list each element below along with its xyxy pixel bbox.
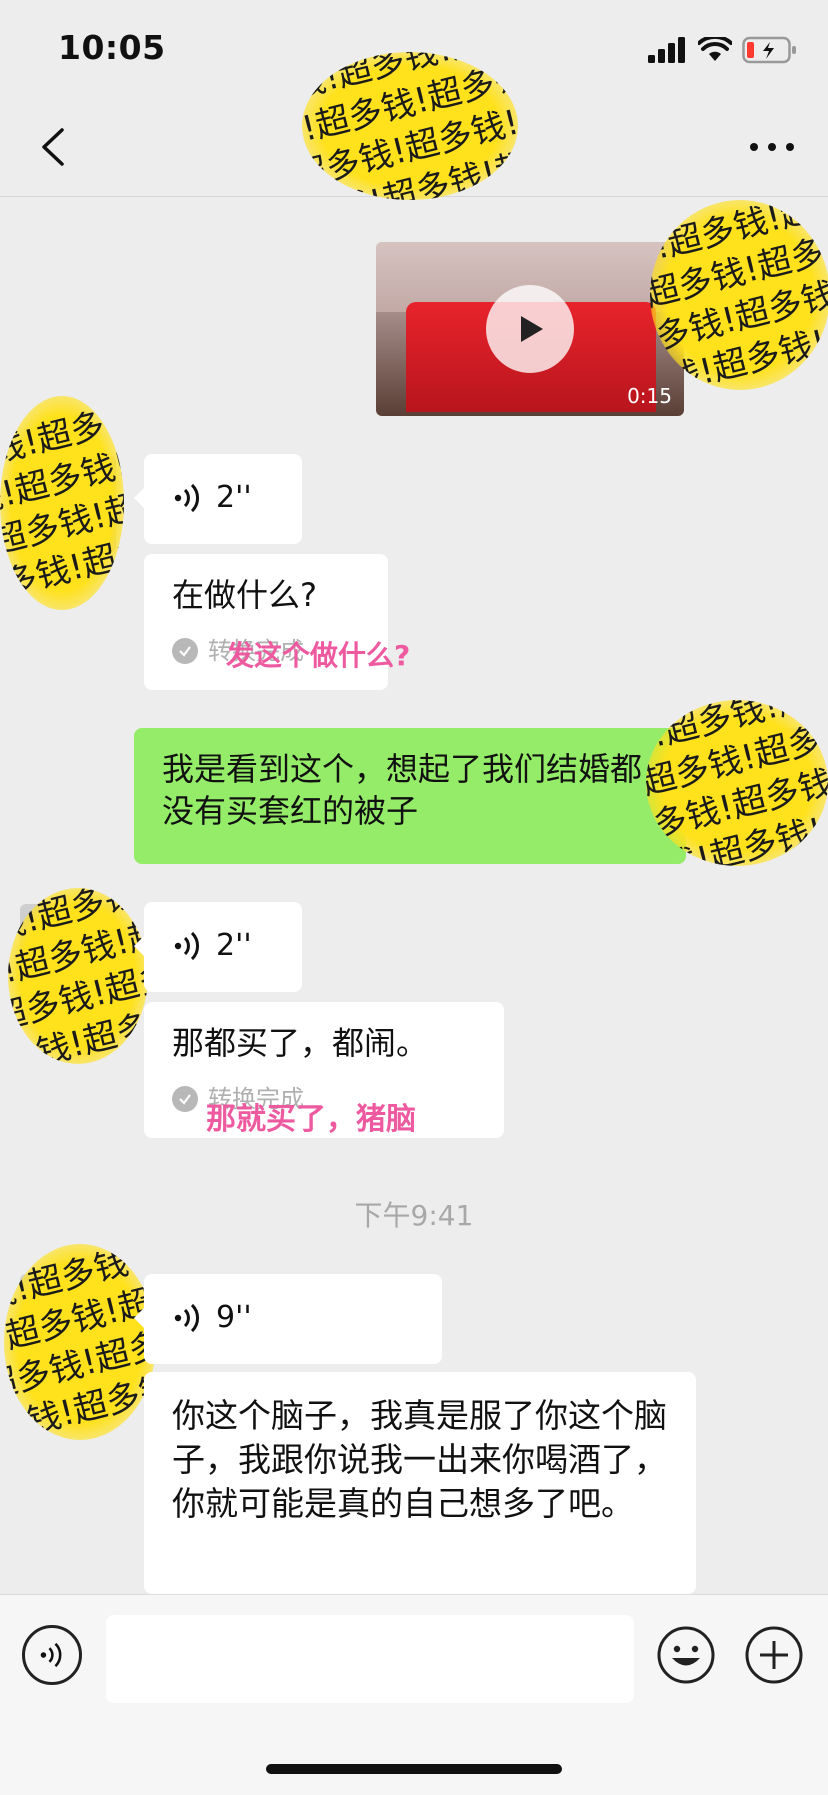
wifi-icon — [698, 37, 732, 61]
voice-message[interactable]: 9'' — [134, 1274, 442, 1364]
plus-icon[interactable] — [744, 1625, 804, 1685]
chat-timestamp: 下午9:41 — [354, 1199, 474, 1232]
back-icon[interactable] — [32, 124, 78, 170]
voice-wave-icon — [174, 1303, 199, 1333]
voice-message[interactable]: 2'' — [134, 454, 302, 544]
message-input[interactable] — [106, 1615, 634, 1703]
voice-input-button[interactable] — [22, 1625, 82, 1685]
annotation-text: 发这个做什么? — [226, 639, 411, 672]
video-message[interactable]: 0:15 — [376, 242, 684, 416]
battery-icon — [742, 36, 796, 64]
annotation-text: 那就买了，猪脑 — [206, 1102, 416, 1137]
voice-wave-icon — [40, 1642, 62, 1668]
censor-sticker-avatar-contact: 超多钱!超多钱!超多钱! 多钱!超多钱!超多钱!超 钱!超多钱!超多钱!超多 !… — [0, 396, 124, 610]
voice-duration: 2'' — [216, 928, 252, 963]
more-icon[interactable] — [744, 124, 800, 170]
transcript-text: 那都买了，都闹。 — [172, 1024, 429, 1062]
text-message-self[interactable]: 我是看到这个，想起了我们结婚都没有买套红的被子 — [134, 728, 686, 864]
transcript-text: 在做什么? — [172, 576, 317, 614]
check-icon — [172, 1086, 198, 1112]
transcript-text: 你这个脑子，我真是服了你这个脑子，我跟你说我一出来你喝酒了，你就可能是真的自己想… — [172, 1396, 667, 1523]
home-indicator — [266, 1764, 562, 1774]
censor-sticker-avatar-self: 超多钱!超多钱!超多钱! 多钱!超多钱!超多钱!超 钱!超多钱!超多钱!超多 !… — [650, 200, 828, 390]
voice-message[interactable]: 2'' — [134, 902, 302, 992]
censor-sticker-title: 超多钱!超多钱!超多钱! 多钱!超多钱!超多钱!超 钱!超多钱!超多钱!超多 !… — [302, 52, 518, 200]
status-time: 10:05 — [58, 28, 166, 67]
censor-sticker-avatar-contact: 超多钱!超多钱!超多钱! 多钱!超多钱!超多钱!超 钱!超多钱!超多钱!超多 !… — [8, 888, 148, 1064]
voice-duration: 2'' — [216, 480, 252, 515]
voice-wave-icon — [174, 931, 199, 961]
voice-duration: 9'' — [216, 1300, 252, 1335]
message-text: 我是看到这个，想起了我们结婚都没有买套红的被子 — [162, 750, 643, 830]
censor-sticker-avatar-self: 超多钱!超多钱!超多钱! 多钱!超多钱!超多钱!超 钱!超多钱!超多钱!超多 !… — [646, 700, 828, 866]
voice-wave-icon — [174, 483, 199, 513]
signal-icon — [648, 37, 685, 63]
censor-sticker-avatar-contact: 超多钱!超多钱!超多钱! 多钱!超多钱!超多钱!超 钱!超多钱!超多钱!超多 !… — [4, 1244, 156, 1440]
play-icon[interactable] — [486, 285, 574, 373]
status-icons — [648, 36, 798, 64]
voice-transcript[interactable]: 你这个脑子，我真是服了你这个脑子，我跟你说我一出来你喝酒了，你就可能是真的自己想… — [144, 1372, 696, 1594]
emoji-icon[interactable] — [656, 1625, 716, 1685]
check-icon — [172, 638, 198, 664]
